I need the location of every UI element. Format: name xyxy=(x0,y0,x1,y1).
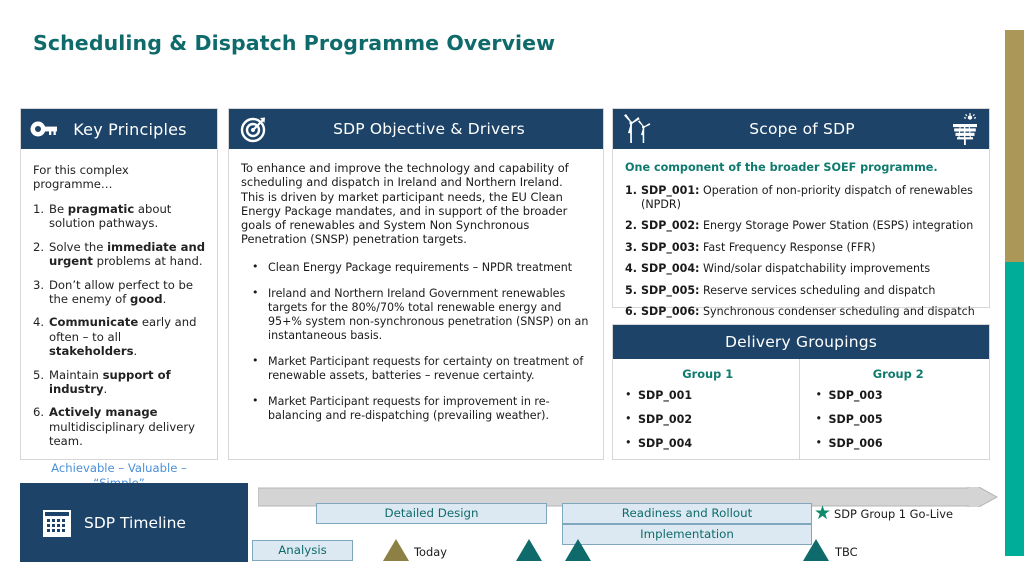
card-scope-of-sdp-title: Scope of SDP xyxy=(749,120,855,138)
calendar-icon xyxy=(42,508,72,538)
card-sdp-objective-header: SDP Objective & Drivers xyxy=(229,109,603,149)
list-item: SDP_004: Wind/solar dispatchability impr… xyxy=(625,262,931,275)
list-item: Ireland and Northern Ireland Government … xyxy=(241,286,589,343)
timeline-marker-milestone-2-icon[interactable] xyxy=(565,539,591,561)
list-item: Maintain support of industry. xyxy=(33,367,171,397)
wind-turbine-icon xyxy=(621,113,655,145)
timeline-label-text: SDP Timeline xyxy=(84,513,186,532)
card-sdp-objective: SDP Objective & Drivers To enhance and i… xyxy=(228,108,604,460)
list-item: SDP_006: Synchronous condenser schedulin… xyxy=(625,305,975,318)
card-delivery-groupings-title: Delivery Groupings xyxy=(724,333,878,351)
delivery-group-2-items: SDP_003 SDP_005 SDP_006 xyxy=(814,388,984,450)
list-item: Clean Energy Package requirements – NPDR… xyxy=(241,260,589,275)
card-delivery-groupings: Delivery Groupings Group 1 SDP_001 SDP_0… xyxy=(612,324,990,460)
timeline-area: Analysis Detailed Design Readiness and R… xyxy=(252,483,998,562)
timeline-marker-today-label: Today xyxy=(414,545,447,559)
delivery-groupings-body: Group 1 SDP_001 SDP_002 SDP_004 Group 2 … xyxy=(613,359,989,459)
timeline-label-block: SDP Timeline xyxy=(20,483,248,562)
list-item: Actively manage multidisciplinary delive… xyxy=(33,405,195,449)
edge-accent-tan xyxy=(1005,30,1024,262)
scope-items-list: SDP_001: Operation of non-priority dispa… xyxy=(625,184,979,319)
card-key-principles: Key Principles For this complex programm… xyxy=(20,108,218,490)
card-key-principles-body: For this complex programme… Be pragmatic… xyxy=(21,149,217,497)
list-item: SDP_004 xyxy=(623,436,793,450)
list-item: SDP_006 xyxy=(814,436,984,450)
delivery-group-1-title: Group 1 xyxy=(682,367,734,381)
card-scope-of-sdp-body: One component of the broader SOEF progra… xyxy=(613,149,989,331)
timeline-bar-detailed-design[interactable]: Detailed Design xyxy=(316,503,547,524)
delivery-group-2-title: Group 2 xyxy=(872,367,924,381)
objective-bullets: Clean Energy Package requirements – NPDR… xyxy=(241,260,589,423)
list-item: Market Participant requests for certaint… xyxy=(241,354,589,383)
list-item: SDP_005: Reserve services scheduling and… xyxy=(625,283,936,297)
key-principles-list: Be pragmatic about solution pathways. So… xyxy=(33,202,205,449)
card-delivery-groupings-header: Delivery Groupings xyxy=(613,325,989,359)
solar-panel-icon xyxy=(949,113,981,145)
timeline-go-live-label: SDP Group 1 Go-Live xyxy=(834,507,954,521)
key-principles-footer-line1: Achievable – Valuable – xyxy=(51,460,187,475)
card-key-principles-title: Key Principles xyxy=(73,119,187,139)
star-icon: ★ xyxy=(814,502,832,524)
list-item: Don’t allow perfect to be the enemy of g… xyxy=(33,277,193,307)
timeline-bar-analysis[interactable]: Analysis xyxy=(252,540,353,561)
card-sdp-objective-title: SDP Objective & Drivers xyxy=(333,120,525,138)
timeline-bar-readiness-rollout[interactable]: Readiness and Rollout xyxy=(562,503,812,524)
delivery-group-1-items: SDP_001 SDP_002 SDP_004 xyxy=(623,388,793,450)
list-item: SDP_002 xyxy=(623,412,793,426)
key-principles-intro: For this complex programme… xyxy=(33,163,129,191)
timeline-marker-tbc-label: TBC xyxy=(835,545,858,559)
card-sdp-objective-body: To enhance and improve the technology an… xyxy=(229,149,603,441)
list-item: SDP_001 xyxy=(623,388,793,402)
list-item: SDP_003 xyxy=(814,388,984,402)
timeline-marker-tbc-icon[interactable] xyxy=(803,539,829,561)
list-item: Market Participant requests for improvem… xyxy=(241,394,589,423)
list-item: SDP_001: Operation of non-priority dispa… xyxy=(625,184,973,211)
edge-accent-teal xyxy=(1005,262,1024,556)
key-icon xyxy=(29,118,59,140)
list-item: SDP_002: Energy Storage Power Station (E… xyxy=(625,219,974,232)
card-key-principles-header: Key Principles xyxy=(21,109,217,149)
list-item: Communicate early and often – to all sta… xyxy=(33,315,197,359)
delivery-group-2: Group 2 SDP_003 SDP_005 SDP_006 xyxy=(798,359,990,459)
delivery-group-1: Group 1 SDP_001 SDP_002 SDP_004 xyxy=(613,359,799,459)
card-scope-of-sdp: Scope of SDP One component of the broade… xyxy=(612,108,990,318)
timeline-marker-today-icon[interactable] xyxy=(383,539,409,561)
list-item: Be pragmatic about solution pathways. xyxy=(33,202,172,231)
list-item: SDP_005 xyxy=(814,412,984,426)
list-item: Solve the immediate and urgent problems … xyxy=(33,239,205,269)
card-scope-of-sdp-header: Scope of SDP xyxy=(613,109,989,149)
timeline-bar-implementation[interactable]: Implementation xyxy=(562,524,812,545)
objective-paragraph: To enhance and improve the technology an… xyxy=(241,161,569,247)
scope-lead-text: One component of the broader SOEF progra… xyxy=(625,161,938,174)
page-title: Scheduling & Dispatch Programme Overview xyxy=(33,31,556,55)
target-icon xyxy=(239,115,269,143)
timeline-marker-milestone-1-icon[interactable] xyxy=(516,539,542,561)
list-item: SDP_003: Fast Frequency Response (FFR) xyxy=(625,240,876,254)
